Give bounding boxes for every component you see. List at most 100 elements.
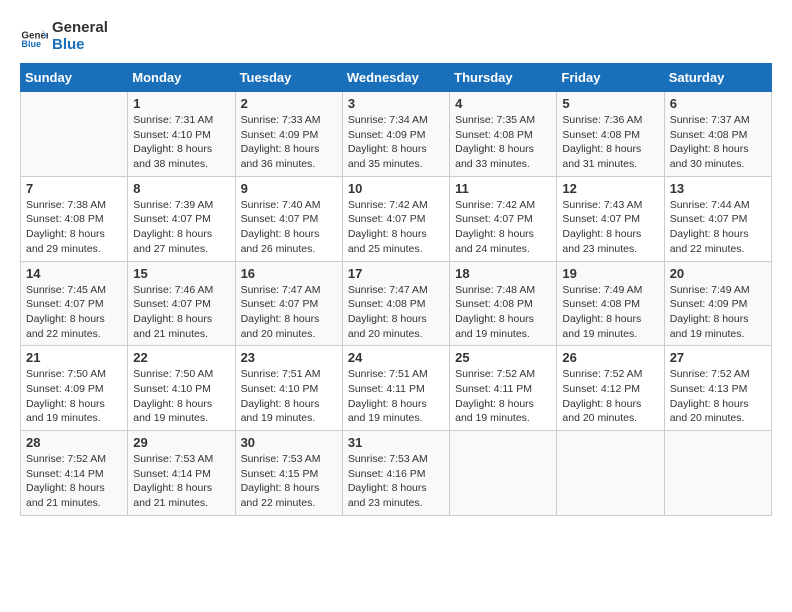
calendar-cell: 25 Sunrise: 7:52 AM Sunset: 4:11 PM Dayli… <box>450 346 557 431</box>
calendar-cell: 21Sunrise: 7:50 AM Sunset: 4:09 PM Dayli… <box>21 346 128 431</box>
calendar-week-1: 1Sunrise: 7:31 AM Sunset: 4:10 PM Daylig… <box>21 92 772 177</box>
cell-info: Sunrise: 7:53 AM Sunset: 4:16 PM Dayligh… <box>348 452 444 511</box>
day-number: 7 <box>26 181 122 196</box>
day-header-thursday: Thursday <box>450 64 557 92</box>
cell-info: Sunrise: 7:35 AM Sunset: 4:08 PM Dayligh… <box>455 113 551 172</box>
calendar-cell <box>450 431 557 516</box>
calendar-week-2: 7 Sunrise: 7:38 AM Sunset: 4:08 PM Daylig… <box>21 176 772 261</box>
day-number: 6 <box>670 96 766 111</box>
calendar-cell: 9 Sunrise: 7:40 AM Sunset: 4:07 PM Daylig… <box>235 176 342 261</box>
calendar-cell: 1Sunrise: 7:31 AM Sunset: 4:10 PM Daylig… <box>128 92 235 177</box>
calendar-cell: 28 Sunrise: 7:52 AM Sunset: 4:14 PM Dayli… <box>21 431 128 516</box>
calendar-header-row: SundayMondayTuesdayWednesdayThursdayFrid… <box>21 64 772 92</box>
day-header-monday: Monday <box>128 64 235 92</box>
day-number: 31 <box>348 435 444 450</box>
calendar-week-3: 14 Sunrise: 7:45 AM Sunset: 4:07 PM Dayli… <box>21 261 772 346</box>
calendar-week-4: 21Sunrise: 7:50 AM Sunset: 4:09 PM Dayli… <box>21 346 772 431</box>
calendar-cell: 29 Sunrise: 7:53 AM Sunset: 4:14 PM Dayli… <box>128 431 235 516</box>
cell-info: Sunrise: 7:52 AM Sunset: 4:14 PM Dayligh… <box>26 452 122 511</box>
day-number: 26 <box>562 350 658 365</box>
cell-info: Sunrise: 7:47 AM Sunset: 4:08 PM Dayligh… <box>348 283 444 342</box>
day-number: 15 <box>133 266 229 281</box>
cell-info: Sunrise: 7:45 AM Sunset: 4:07 PM Dayligh… <box>26 283 122 342</box>
calendar-cell: 11 Sunrise: 7:42 AM Sunset: 4:07 PM Dayli… <box>450 176 557 261</box>
day-number: 5 <box>562 96 658 111</box>
cell-info: Sunrise: 7:52 AM Sunset: 4:12 PM Dayligh… <box>562 367 658 426</box>
day-number: 16 <box>241 266 337 281</box>
day-number: 12 <box>562 181 658 196</box>
calendar-cell: 30 Sunrise: 7:53 AM Sunset: 4:15 PM Dayli… <box>235 431 342 516</box>
calendar-cell: 24 Sunrise: 7:51 AM Sunset: 4:11 PM Dayli… <box>342 346 449 431</box>
cell-info: Sunrise: 7:52 AM Sunset: 4:13 PM Dayligh… <box>670 367 766 426</box>
day-number: 28 <box>26 435 122 450</box>
calendar-cell: 14 Sunrise: 7:45 AM Sunset: 4:07 PM Dayli… <box>21 261 128 346</box>
cell-info: Sunrise: 7:38 AM Sunset: 4:08 PM Dayligh… <box>26 198 122 257</box>
cell-info: Sunrise: 7:51 AM Sunset: 4:11 PM Dayligh… <box>348 367 444 426</box>
calendar-cell: 20 Sunrise: 7:49 AM Sunset: 4:09 PM Dayli… <box>664 261 771 346</box>
day-number: 9 <box>241 181 337 196</box>
calendar-cell: 22Sunrise: 7:50 AM Sunset: 4:10 PM Dayli… <box>128 346 235 431</box>
svg-text:Blue: Blue <box>21 38 41 48</box>
day-number: 14 <box>26 266 122 281</box>
calendar-cell: 4Sunrise: 7:35 AM Sunset: 4:08 PM Daylig… <box>450 92 557 177</box>
calendar-cell: 2 Sunrise: 7:33 AM Sunset: 4:09 PM Daylig… <box>235 92 342 177</box>
cell-info: Sunrise: 7:47 AM Sunset: 4:07 PM Dayligh… <box>241 283 337 342</box>
cell-info: Sunrise: 7:49 AM Sunset: 4:08 PM Dayligh… <box>562 283 658 342</box>
logo: General Blue General Blue <box>20 20 108 53</box>
calendar-cell: 13 Sunrise: 7:44 AM Sunset: 4:07 PM Dayli… <box>664 176 771 261</box>
cell-info: Sunrise: 7:42 AM Sunset: 4:07 PM Dayligh… <box>455 198 551 257</box>
calendar-cell: 18Sunrise: 7:48 AM Sunset: 4:08 PM Dayli… <box>450 261 557 346</box>
day-number: 8 <box>133 181 229 196</box>
day-number: 29 <box>133 435 229 450</box>
cell-info: Sunrise: 7:40 AM Sunset: 4:07 PM Dayligh… <box>241 198 337 257</box>
day-number: 27 <box>670 350 766 365</box>
cell-info: Sunrise: 7:52 AM Sunset: 4:11 PM Dayligh… <box>455 367 551 426</box>
calendar-cell: 6 Sunrise: 7:37 AM Sunset: 4:08 PM Daylig… <box>664 92 771 177</box>
day-number: 20 <box>670 266 766 281</box>
day-number: 13 <box>670 181 766 196</box>
calendar-cell <box>21 92 128 177</box>
calendar-cell: 5 Sunrise: 7:36 AM Sunset: 4:08 PM Daylig… <box>557 92 664 177</box>
cell-info: Sunrise: 7:46 AM Sunset: 4:07 PM Dayligh… <box>133 283 229 342</box>
calendar-cell: 23Sunrise: 7:51 AM Sunset: 4:10 PM Dayli… <box>235 346 342 431</box>
calendar-cell: 3Sunrise: 7:34 AM Sunset: 4:09 PM Daylig… <box>342 92 449 177</box>
calendar-cell <box>664 431 771 516</box>
cell-info: Sunrise: 7:44 AM Sunset: 4:07 PM Dayligh… <box>670 198 766 257</box>
day-header-sunday: Sunday <box>21 64 128 92</box>
cell-info: Sunrise: 7:43 AM Sunset: 4:07 PM Dayligh… <box>562 198 658 257</box>
day-header-tuesday: Tuesday <box>235 64 342 92</box>
calendar-week-5: 28 Sunrise: 7:52 AM Sunset: 4:14 PM Dayli… <box>21 431 772 516</box>
logo-blue: Blue <box>52 37 108 54</box>
calendar-table: SundayMondayTuesdayWednesdayThursdayFrid… <box>20 63 772 516</box>
calendar-cell: 31 Sunrise: 7:53 AM Sunset: 4:16 PM Dayli… <box>342 431 449 516</box>
day-number: 30 <box>241 435 337 450</box>
cell-info: Sunrise: 7:39 AM Sunset: 4:07 PM Dayligh… <box>133 198 229 257</box>
day-number: 24 <box>348 350 444 365</box>
cell-info: Sunrise: 7:50 AM Sunset: 4:09 PM Dayligh… <box>26 367 122 426</box>
day-header-friday: Friday <box>557 64 664 92</box>
day-number: 11 <box>455 181 551 196</box>
logo-icon: General Blue <box>20 23 48 51</box>
day-number: 25 <box>455 350 551 365</box>
cell-info: Sunrise: 7:37 AM Sunset: 4:08 PM Dayligh… <box>670 113 766 172</box>
day-header-wednesday: Wednesday <box>342 64 449 92</box>
calendar-cell: 26 Sunrise: 7:52 AM Sunset: 4:12 PM Dayli… <box>557 346 664 431</box>
cell-info: Sunrise: 7:51 AM Sunset: 4:10 PM Dayligh… <box>241 367 337 426</box>
calendar-cell: 17 Sunrise: 7:47 AM Sunset: 4:08 PM Dayli… <box>342 261 449 346</box>
day-number: 2 <box>241 96 337 111</box>
cell-info: Sunrise: 7:31 AM Sunset: 4:10 PM Dayligh… <box>133 113 229 172</box>
cell-info: Sunrise: 7:53 AM Sunset: 4:14 PM Dayligh… <box>133 452 229 511</box>
calendar-cell: 10 Sunrise: 7:42 AM Sunset: 4:07 PM Dayli… <box>342 176 449 261</box>
calendar-cell: 8 Sunrise: 7:39 AM Sunset: 4:07 PM Daylig… <box>128 176 235 261</box>
cell-info: Sunrise: 7:50 AM Sunset: 4:10 PM Dayligh… <box>133 367 229 426</box>
calendar-cell: 12 Sunrise: 7:43 AM Sunset: 4:07 PM Dayli… <box>557 176 664 261</box>
logo-general: General <box>52 20 108 37</box>
cell-info: Sunrise: 7:36 AM Sunset: 4:08 PM Dayligh… <box>562 113 658 172</box>
cell-info: Sunrise: 7:42 AM Sunset: 4:07 PM Dayligh… <box>348 198 444 257</box>
day-number: 17 <box>348 266 444 281</box>
cell-info: Sunrise: 7:49 AM Sunset: 4:09 PM Dayligh… <box>670 283 766 342</box>
day-header-saturday: Saturday <box>664 64 771 92</box>
cell-info: Sunrise: 7:33 AM Sunset: 4:09 PM Dayligh… <box>241 113 337 172</box>
cell-info: Sunrise: 7:53 AM Sunset: 4:15 PM Dayligh… <box>241 452 337 511</box>
day-number: 10 <box>348 181 444 196</box>
